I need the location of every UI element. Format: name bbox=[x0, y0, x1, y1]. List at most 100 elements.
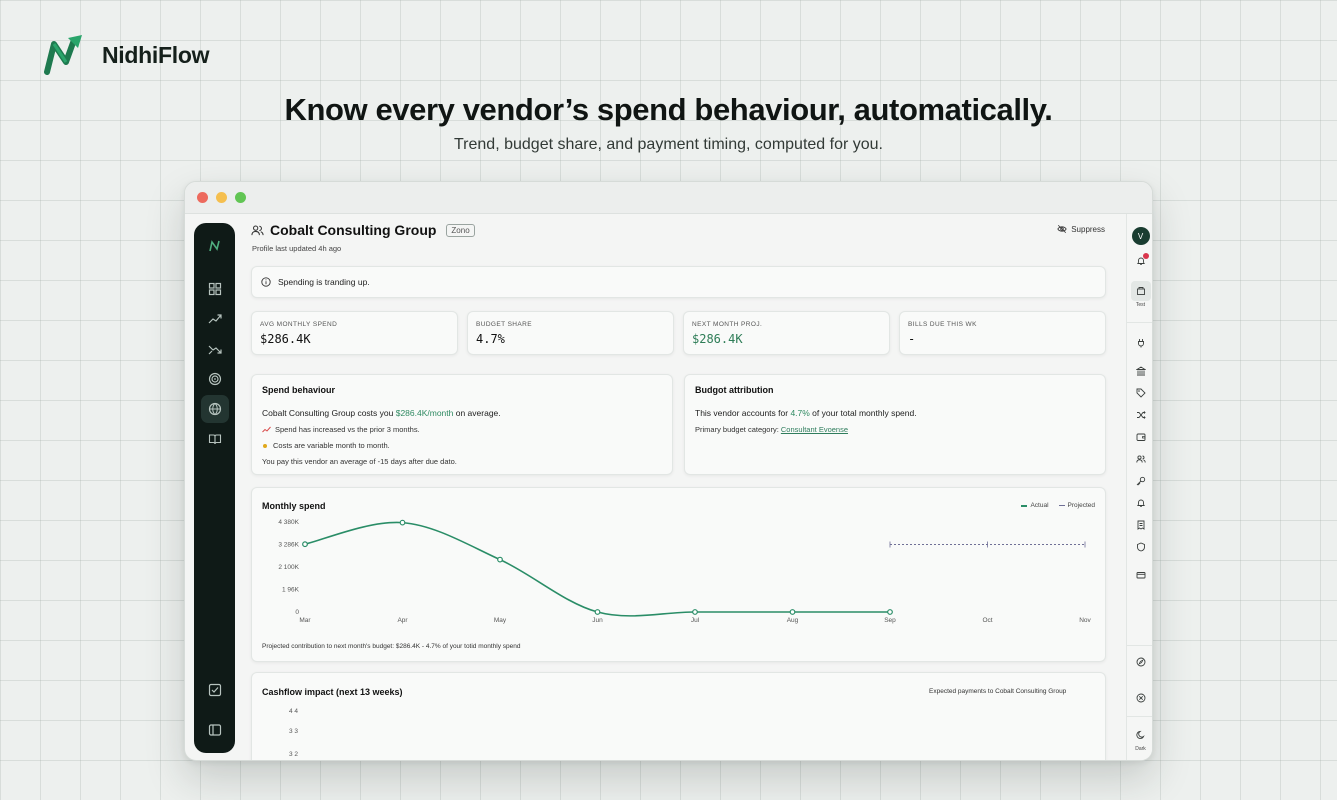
app-logo-icon[interactable] bbox=[201, 232, 229, 260]
kpi-label: BILLS DUE THIS WK bbox=[908, 321, 977, 328]
test-mode-icon[interactable] bbox=[1130, 281, 1151, 301]
minimize-window-button[interactable] bbox=[216, 192, 227, 203]
shuffle-icon[interactable] bbox=[1131, 405, 1151, 425]
wallet-icon[interactable] bbox=[1131, 427, 1151, 447]
test-mode-label: Test bbox=[1135, 302, 1146, 308]
x-tick-label: Mar bbox=[299, 617, 311, 624]
x-tick-label: Oct bbox=[982, 617, 992, 624]
zone-badge: Zono bbox=[446, 223, 475, 237]
variability-bullet: Costs are variable month to month. bbox=[262, 441, 662, 450]
monthly-spend-chart: 4 380K 3 286K 2 100K 1 96K 0Mar Apr May Jun Jul A… bbox=[278, 519, 1091, 624]
budget-category-line: Primary budget category: Consultant Evoe… bbox=[695, 425, 849, 434]
info-icon bbox=[261, 277, 271, 287]
users-icon bbox=[251, 225, 264, 235]
kpi-next-month-projection: NEXT MONTH PROJ. $286.4K bbox=[683, 311, 890, 355]
close-circle-icon[interactable] bbox=[1131, 688, 1151, 708]
kpi-value: $286.4K bbox=[260, 332, 311, 346]
x-tick-label: Aug bbox=[787, 617, 799, 624]
kpi-label: AVG MONTHLY SPEND bbox=[260, 321, 338, 328]
app-window: Cobalt Consulting Group Zono Profile las… bbox=[184, 181, 1153, 761]
right-toolbar: V Test Dark bbox=[1126, 214, 1152, 760]
notifications-icon[interactable] bbox=[1131, 251, 1151, 271]
page-header: Cobalt Consulting Group Zono Profile las… bbox=[251, 222, 475, 253]
moon-icon[interactable] bbox=[1131, 725, 1151, 745]
status-dot bbox=[263, 443, 267, 448]
x-tick-label: Jul bbox=[691, 617, 700, 624]
kpi-label: NEXT MONTH PROJ. bbox=[692, 321, 763, 328]
data-point-actual bbox=[692, 609, 698, 615]
budget-attribution-card: Budgot attribution This vendor accounts … bbox=[684, 374, 1106, 475]
kpi-avg-monthly-spend: AVG MONTHLY SPEND $286.4K bbox=[251, 311, 458, 355]
y-tick-label: 3 286K bbox=[278, 542, 299, 549]
budget-category-link[interactable]: Consultant Evoense bbox=[781, 425, 848, 434]
hero-subtitle: Trend, budget share, and payment timing,… bbox=[454, 136, 883, 153]
data-point-actual bbox=[789, 609, 796, 615]
team-icon[interactable] bbox=[1131, 449, 1151, 469]
x-tick-label: Apr bbox=[397, 617, 408, 624]
book-icon[interactable] bbox=[201, 425, 229, 453]
bank-icon[interactable] bbox=[1131, 361, 1151, 381]
sidebar bbox=[194, 223, 235, 753]
trend-shift-icon[interactable] bbox=[201, 335, 229, 363]
user-avatar[interactable]: V bbox=[1131, 227, 1150, 245]
dark-mode-label: Dark bbox=[1135, 746, 1146, 752]
payment-days-value: -15 bbox=[377, 457, 389, 466]
sidebar-toggle-icon[interactable] bbox=[201, 716, 229, 744]
data-point-actual bbox=[302, 541, 308, 548]
eye-off-icon bbox=[1057, 224, 1067, 234]
profile-updated-text: Profile last updated 4h ago bbox=[252, 244, 342, 253]
suppress-button[interactable]: Suppress bbox=[1057, 224, 1105, 234]
series-line-actual bbox=[304, 521, 890, 617]
data-point-actual bbox=[887, 609, 893, 615]
data-point-actual bbox=[497, 556, 503, 563]
tag-icon[interactable] bbox=[1131, 383, 1151, 403]
receipt-icon[interactable] bbox=[1131, 515, 1151, 535]
card-title: Spend behaviour bbox=[262, 385, 336, 395]
tasks-check-icon[interactable] bbox=[201, 676, 229, 704]
kpi-budget-share: BUDGET SHARE 4.7% bbox=[467, 311, 674, 355]
compass-icon[interactable] bbox=[1131, 652, 1151, 672]
dashboard-icon[interactable] bbox=[201, 275, 229, 303]
plug-icon[interactable] bbox=[1131, 333, 1151, 353]
trend-bullet: Spend has increased vs the prior 3 month… bbox=[262, 425, 662, 434]
page-title: Cobalt Consulting Group bbox=[270, 222, 437, 238]
kpi-value: $286.4K bbox=[692, 332, 743, 346]
y-tick-label: 0 bbox=[295, 609, 299, 616]
trend-alert: Spending is tranding up. bbox=[251, 266, 1106, 298]
alert-text: Spending is tranding up. bbox=[278, 277, 370, 287]
average-spend-amount: $286.4K/month bbox=[395, 408, 454, 418]
notification-dot bbox=[1142, 253, 1149, 259]
kpi-value: 4.7% bbox=[476, 332, 505, 346]
maximize-window-button[interactable] bbox=[235, 192, 246, 203]
suppress-label: Suppress bbox=[1071, 224, 1105, 234]
average-spend-line: Cobalt Consulting Group costs you $286.4… bbox=[262, 408, 501, 418]
cashflow-title: Cashflow impact (next 13 weeks) bbox=[262, 687, 403, 697]
nidhiflow-logo bbox=[44, 35, 82, 75]
bell-icon[interactable] bbox=[1131, 493, 1151, 513]
x-tick-label: Nov bbox=[1079, 617, 1091, 624]
vendor-profile: Cobalt Consulting Group Zono Profile las… bbox=[245, 214, 1152, 760]
vendors-globe-icon[interactable] bbox=[200, 395, 229, 423]
cashflow-subtitle: Expected payments to Cobalt Consulting G… bbox=[929, 688, 1067, 695]
x-tick-label: May bbox=[494, 617, 507, 624]
shield-icon[interactable] bbox=[1131, 537, 1151, 557]
kpi-label: BUDGET SHARE bbox=[476, 321, 532, 328]
y-tick-label: 4 380K bbox=[278, 519, 299, 526]
spend-behaviour-card: Spend behaviour Cobalt Consulting Group … bbox=[251, 374, 673, 475]
target-icon[interactable] bbox=[201, 365, 229, 393]
key-icon[interactable] bbox=[1131, 471, 1151, 491]
trending-up-icon[interactable] bbox=[201, 305, 229, 333]
close-window-button[interactable] bbox=[197, 192, 208, 203]
brand: NidhiFlow bbox=[44, 34, 209, 76]
budget-share-line: This vendor accounts for 4.7% of your to… bbox=[695, 408, 917, 418]
brand-name: NidhiFlow bbox=[102, 41, 210, 68]
card-icon[interactable] bbox=[1131, 565, 1151, 585]
chart-footnote: Projected contribution to next month's b… bbox=[262, 643, 521, 650]
kpi-bills-due: BILLS DUE THIS WK - bbox=[899, 311, 1106, 355]
cashflow-y-tick: 4 4 bbox=[289, 708, 299, 715]
window-titlebar bbox=[185, 182, 1152, 214]
payment-timing-line: You pay this vendor an average of -15 da… bbox=[262, 457, 457, 466]
card-title: Budgot attribution bbox=[695, 385, 774, 395]
cashflow-card: Cashflow impact (next 13 weeks) Expected… bbox=[251, 672, 1106, 760]
budget-share-value: 4.7% bbox=[790, 408, 810, 418]
